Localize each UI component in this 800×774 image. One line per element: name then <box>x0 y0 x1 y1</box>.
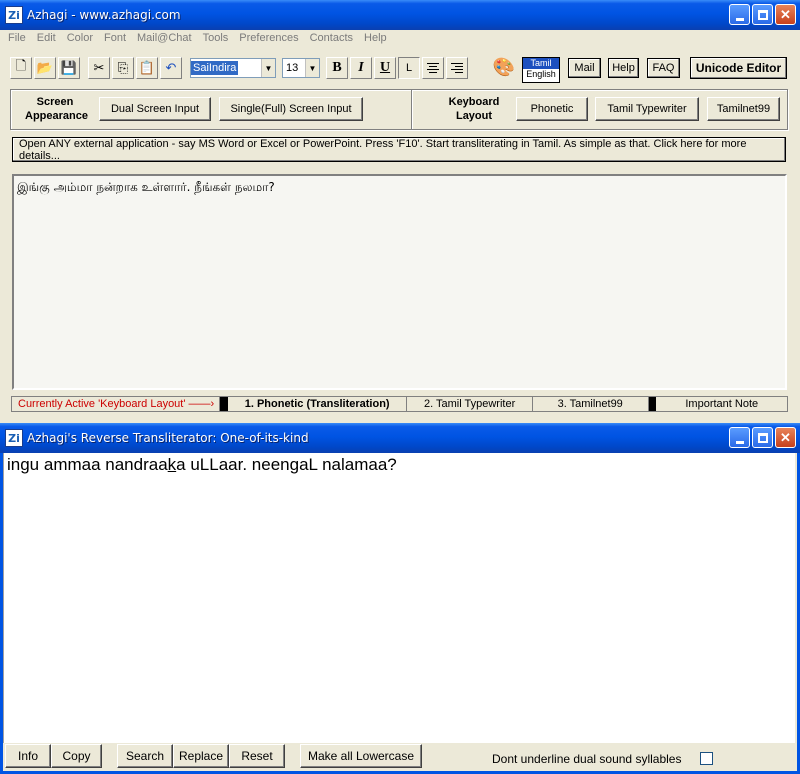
menu-bar: File Edit Color Font Mail@Chat Tools Pre… <box>0 30 800 48</box>
minimize-icon <box>735 17 744 21</box>
underline-button[interactable]: U <box>374 57 396 79</box>
status-layout-tamilnet99[interactable]: 3. Tamilnet99 <box>533 397 649 411</box>
new-file-button[interactable]: 🗋 <box>10 57 32 79</box>
save-button[interactable]: 💾 <box>58 57 80 79</box>
reverse-window-title: Azhagi's Reverse Transliterator: One-of-… <box>27 431 309 445</box>
faq-button[interactable]: FAQ <box>647 58 680 78</box>
reverse-bottom-bar: Info Copy Search Replace Reset Make all … <box>3 743 797 771</box>
status-bar: Currently Active 'Keyboard Layout' ——› 1… <box>11 396 788 412</box>
tamilnet99-button[interactable]: Tamilnet99 <box>707 97 780 121</box>
maximize-button[interactable] <box>752 4 773 25</box>
menu-font[interactable]: Font <box>99 30 132 48</box>
menu-preferences[interactable]: Preferences <box>234 30 304 48</box>
lang-english: English <box>526 69 556 79</box>
cut-button[interactable]: ✂ <box>88 57 110 79</box>
font-name-select[interactable]: SaiIndira ▼ <box>190 58 276 78</box>
open-folder-icon: 📂 <box>36 60 54 75</box>
paste-icon: 📋 <box>138 60 156 75</box>
single-screen-button[interactable]: Single(Full) Screen Input <box>219 97 363 121</box>
maximize-icon <box>757 432 768 443</box>
undo-icon: ↶ <box>165 60 177 75</box>
align-center-button[interactable] <box>422 57 444 79</box>
minimize-icon <box>735 440 744 444</box>
font-name-value: SaiIndira <box>191 61 239 75</box>
menu-edit[interactable]: Edit <box>32 30 62 48</box>
font-size-select[interactable]: 13 ▼ <box>282 58 320 78</box>
search-button[interactable]: Search <box>117 744 173 768</box>
new-file-icon: 🗋 <box>15 58 27 73</box>
screen-appearance-label: Screen Appearance <box>25 96 88 122</box>
copy-icon: ⎘ <box>117 60 129 75</box>
menu-file[interactable]: File <box>3 30 32 48</box>
window-title: Azhagi - www.azhagi.com <box>27 8 181 22</box>
active-layout-label: Currently Active 'Keyboard Layout' ——› <box>12 397 220 411</box>
align-center-icon <box>427 63 439 73</box>
align-left-button[interactable]: L <box>398 57 420 79</box>
group-divider <box>411 90 413 129</box>
dual-screen-button[interactable]: Dual Screen Input <box>99 97 211 121</box>
maximize-button[interactable] <box>752 427 773 448</box>
align-right-icon <box>451 63 463 73</box>
keyboard-layout-label: Keyboard Layout <box>448 96 500 122</box>
underline-option-label: Dont underline dual sound syllables <box>492 752 682 766</box>
unicode-editor-button[interactable]: Unicode Editor <box>690 57 787 79</box>
align-right-button[interactable] <box>446 57 468 79</box>
underline-option-checkbox[interactable] <box>700 752 713 765</box>
important-note-button[interactable]: Important Note <box>656 397 787 411</box>
color-palette-icon[interactable]: 🎨 <box>492 57 516 81</box>
reverse-output-area[interactable]: ingu ammaa nandraaka uLLaar. neengaL nal… <box>3 453 795 743</box>
tamil-editor[interactable]: இங்கு அம்மா நன்றாக உள்ளார். நீங்கள் நலமா… <box>12 174 787 390</box>
lang-tamil: Tamil <box>523 58 559 69</box>
font-size-value: 13 <box>286 62 299 74</box>
close-button[interactable]: ✕ <box>775 427 796 448</box>
external-app-info-button[interactable]: Open ANY external application - say MS W… <box>12 137 786 162</box>
reverse-titlebar[interactable]: Zi Azhagi's Reverse Transliterator: One-… <box>0 423 800 453</box>
minimize-button[interactable] <box>729 427 750 448</box>
chevron-down-icon[interactable]: ▼ <box>261 59 275 77</box>
main-titlebar[interactable]: Zi Azhagi - www.azhagi.com ✕ <box>0 0 800 30</box>
menu-color[interactable]: Color <box>62 30 99 48</box>
close-button[interactable]: ✕ <box>775 4 796 25</box>
app-icon: Zi <box>5 429 23 447</box>
bold-button[interactable]: B <box>326 57 348 79</box>
undo-button[interactable]: ↶ <box>160 57 182 79</box>
maximize-icon <box>757 9 768 20</box>
copy-button[interactable]: Copy <box>51 744 102 768</box>
menu-help[interactable]: Help <box>359 30 393 48</box>
menu-mail-chat[interactable]: Mail@Chat <box>132 30 198 48</box>
status-layout-typewriter[interactable]: 2. Tamil Typewriter <box>407 397 533 411</box>
help-button[interactable]: Help <box>608 58 639 78</box>
toolbar: 🗋 📂 💾 ✂ ⎘ 📋 ↶ SaiIndira ▼ 13 ▼ B I U L <box>10 55 470 81</box>
close-icon: ✕ <box>780 429 791 445</box>
phonetic-button[interactable]: Phonetic <box>516 97 588 121</box>
menu-contacts[interactable]: Contacts <box>305 30 359 48</box>
paste-button[interactable]: 📋 <box>136 57 158 79</box>
replace-button[interactable]: Replace <box>173 744 229 768</box>
info-button[interactable]: Info <box>5 744 51 768</box>
scissors-icon: ✂ <box>93 60 105 75</box>
tamil-typewriter-button[interactable]: Tamil Typewriter <box>595 97 699 121</box>
save-icon: 💾 <box>60 60 78 75</box>
italic-button[interactable]: I <box>350 57 372 79</box>
status-layout-phonetic[interactable]: 1. Phonetic (Transliteration) <box>228 397 408 411</box>
menu-tools[interactable]: Tools <box>198 30 235 48</box>
mail-button[interactable]: Mail <box>568 58 601 78</box>
language-toggle[interactable]: Tamil English <box>522 57 560 83</box>
copy-button[interactable]: ⎘ <box>112 57 134 79</box>
minimize-button[interactable] <box>729 4 750 25</box>
reverse-output-text: ingu ammaa nandraaka uLLaar. neengaL nal… <box>7 455 397 474</box>
reset-button[interactable]: Reset <box>229 744 285 768</box>
lowercase-button[interactable]: Make all Lowercase <box>300 744 422 768</box>
app-icon: Zi <box>5 6 23 24</box>
close-icon: ✕ <box>780 6 791 22</box>
open-file-button[interactable]: 📂 <box>34 57 56 79</box>
chevron-down-icon[interactable]: ▼ <box>305 59 319 77</box>
input-options-group: Screen Appearance Dual Screen Input Sing… <box>10 89 788 130</box>
